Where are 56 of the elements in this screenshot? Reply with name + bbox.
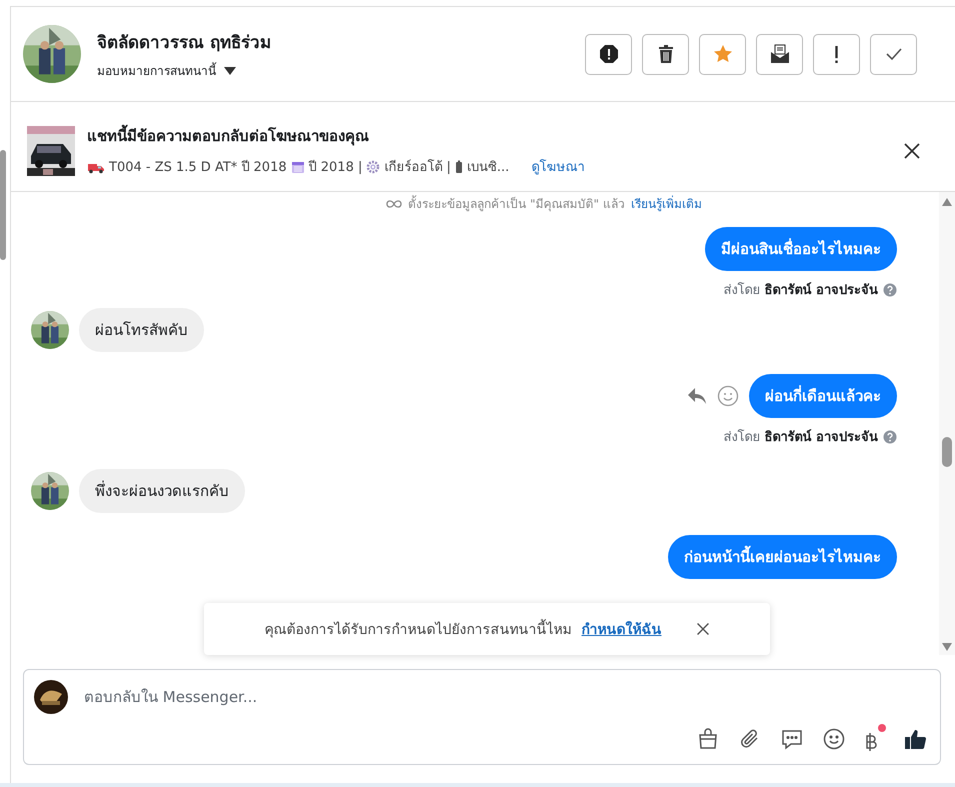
sent-by-text: ส่งโดย ธิดารัตน์ อาจประจัน [723, 281, 878, 300]
view-ad-link[interactable]: ดูโฆษณา [531, 156, 584, 177]
trash-button[interactable] [642, 34, 689, 74]
message-bubble: ก่อนหน้านี้เคยผ่อนอะไรไหมคะ [668, 535, 897, 579]
ad-reply-title: แชทนี้มีข้อความตอบกลับต่อโฆษณาของคุณ [87, 124, 891, 148]
envelope-icon [770, 44, 790, 64]
alert-button[interactable] [585, 34, 632, 74]
learn-more-link[interactable]: เรียนรู้เพิ่มเติม [630, 194, 702, 213]
ad-detail: เกียร์ออโต้ | [384, 158, 451, 177]
notification-dot [878, 724, 886, 732]
smile-button[interactable] [822, 727, 846, 751]
ad-detail: ปี 2018 | [308, 158, 362, 177]
help-icon[interactable] [883, 430, 897, 444]
emoji-icon [822, 727, 846, 751]
battery-icon [454, 160, 463, 174]
contact-name: จิตลัดดาวรรณ ฤทธิร่วม [97, 32, 272, 55]
message-bubble: ผ่อนกี่เดือนแล้วคะ [749, 374, 897, 418]
scrollbar-thumb[interactable] [0, 150, 6, 260]
contact-avatar [31, 472, 69, 510]
toast-text: คุณต้องการได้รับการกำหนดไปยังการสนทนานี้ไหม [264, 618, 572, 640]
notice-text: ตั้งระยะข้อมูลลูกค้าเป็น "มีคุณสมบัติ" แล้ว [408, 194, 625, 213]
scroll-up-icon[interactable] [942, 198, 952, 206]
calendar-icon [290, 160, 305, 174]
scroll-down-icon[interactable] [942, 643, 952, 651]
help-icon[interactable] [883, 282, 897, 296]
message-bubble: พึ่งจะผ่อนงวดแรกคับ [79, 469, 245, 513]
message-bubble: ผ่อนโทรสัพคับ [79, 308, 204, 352]
close-icon[interactable] [903, 142, 921, 160]
caret-icon [224, 66, 236, 74]
assign-me-link[interactable]: กำหนดให้ฉัน [582, 618, 662, 640]
contact-avatar [31, 311, 69, 349]
scrollbar-thumb[interactable] [942, 437, 952, 467]
reply-input[interactable]: ตอบกลับใน Messenger... [82, 687, 928, 707]
check-button[interactable] [870, 34, 917, 74]
thumbs-up-icon [904, 727, 928, 751]
shopping-bag-icon [696, 727, 720, 751]
reply-icon[interactable] [687, 387, 707, 405]
assign-dropdown[interactable]: มอบหมายการสนทนานี้ [97, 61, 569, 80]
gear-icon [366, 160, 380, 174]
mail-button[interactable] [756, 34, 803, 74]
message-bubble: มีผ่อนสินเชื่ออะไรไหมคะ [705, 227, 897, 271]
like-button[interactable] [904, 727, 928, 751]
sent-by-text: ส่งโดย ธิดารัตน์ อาจประจัน [723, 428, 878, 447]
ad-detail: T004 - ZS 1.5 D AT* ปี 2018 [109, 158, 287, 177]
exclamation-icon [835, 46, 838, 62]
baht-icon [864, 730, 878, 754]
bag-button[interactable] [696, 727, 720, 751]
ad-detail: เบนซิ... [466, 159, 510, 177]
page-avatar [34, 680, 68, 714]
star-button[interactable] [699, 34, 746, 74]
baht-button[interactable] [864, 724, 886, 754]
alert-icon [598, 44, 618, 64]
infinity-icon [386, 198, 402, 208]
star-icon [712, 44, 732, 64]
close-icon[interactable] [696, 622, 710, 636]
emoji-icon[interactable] [717, 385, 739, 407]
